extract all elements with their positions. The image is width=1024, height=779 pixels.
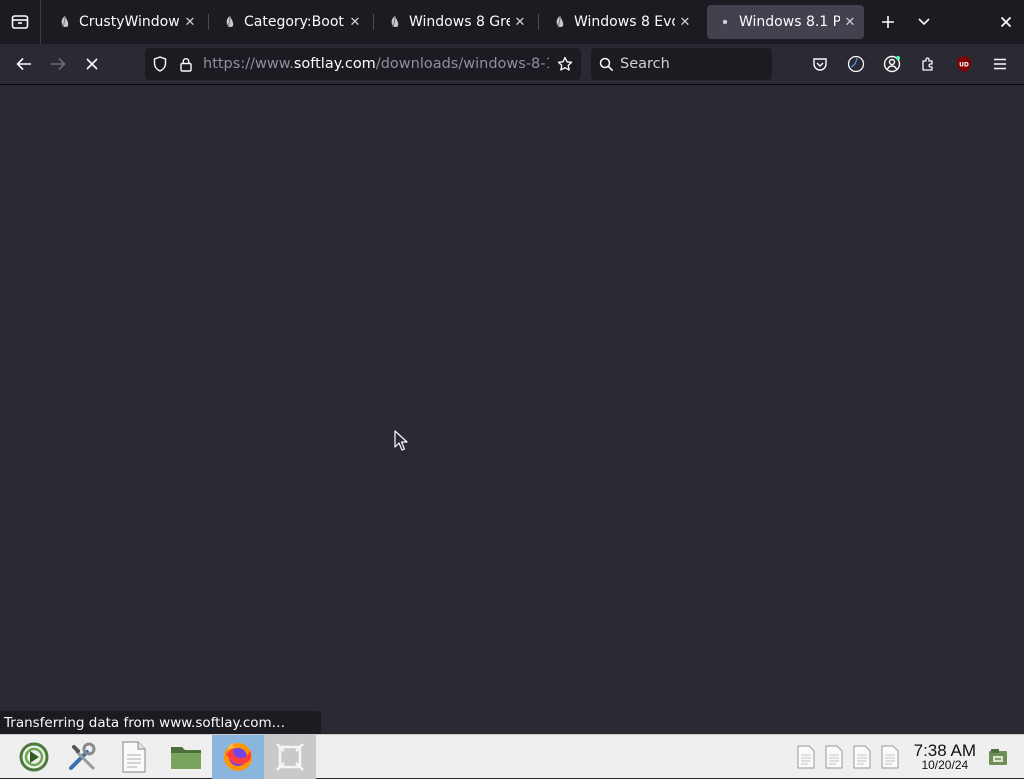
account-button[interactable] xyxy=(874,48,910,80)
settings-tools-launcher[interactable] xyxy=(56,735,108,779)
tab-windows-8-green[interactable]: Windows 8 Green ✕ xyxy=(377,5,539,39)
account-icon xyxy=(883,55,901,73)
loading-dot-icon xyxy=(717,14,733,30)
tab-title: Windows 8.1 Pro xyxy=(739,14,840,30)
firefox-icon xyxy=(224,743,252,771)
tab-windows-8-1-pro[interactable]: Windows 8.1 Pro ✕ xyxy=(707,5,864,39)
close-icon[interactable]: ✕ xyxy=(347,14,363,30)
app-menu-button[interactable] xyxy=(982,48,1018,80)
bookmark-star-icon[interactable] xyxy=(549,56,581,72)
page-content[interactable] xyxy=(0,85,1024,734)
system-tray: 7:38 AM 10/20/24 xyxy=(796,735,1024,779)
svg-text:UD: UD xyxy=(959,62,969,69)
chevron-down-icon xyxy=(918,18,930,26)
tab-windows-8-evolution[interactable]: Windows 8 Evolution ✕ xyxy=(542,5,699,39)
wiki-favicon-icon xyxy=(57,14,73,30)
plus-icon xyxy=(882,16,894,28)
search-bar[interactable]: Search xyxy=(591,48,772,80)
tray-document-icon[interactable] xyxy=(852,745,872,769)
tab-bar: CrustyWindows ✕ Category:Bootleg ✕ Windo… xyxy=(0,0,1024,44)
puzzle-icon xyxy=(922,57,933,71)
close-window-button[interactable] xyxy=(988,4,1024,40)
url-bar[interactable]: https://www.softlay.com/downloads/window… xyxy=(145,48,581,80)
tray-document-icon[interactable] xyxy=(880,745,900,769)
wiki-favicon-icon xyxy=(387,14,403,30)
url-text[interactable]: https://www.softlay.com/downloads/window… xyxy=(203,56,549,72)
taskbar: 7:38 AM 10/20/24 xyxy=(0,734,1024,779)
window-switcher-launcher[interactable] xyxy=(264,735,316,779)
mouse-cursor-icon xyxy=(394,430,408,455)
extension-globe-button[interactable] xyxy=(838,48,874,80)
firefox-view-button[interactable] xyxy=(0,0,41,44)
list-all-tabs-button[interactable] xyxy=(906,4,942,40)
tab-title: Windows 8 Green xyxy=(409,14,510,30)
close-icon[interactable]: ✕ xyxy=(677,14,693,30)
extensions-button[interactable] xyxy=(910,48,946,80)
clock-date: 10/20/24 xyxy=(921,758,969,772)
stop-button[interactable] xyxy=(75,48,109,80)
forward-button[interactable] xyxy=(41,48,75,80)
text-editor-launcher[interactable] xyxy=(108,735,160,779)
network-icon[interactable] xyxy=(986,745,1010,769)
system-menu-icon xyxy=(19,742,49,772)
arrow-left-icon xyxy=(16,57,31,71)
tab-title: Windows 8 Evolution xyxy=(574,14,675,30)
globe-icon xyxy=(847,55,865,73)
arrow-right-icon xyxy=(51,57,66,71)
nav-bar: https://www.softlay.com/downloads/window… xyxy=(0,44,1024,85)
wiki-favicon-icon xyxy=(222,14,238,30)
tray-document-icon[interactable] xyxy=(796,745,816,769)
folder-icon xyxy=(171,747,201,769)
tray-document-icon[interactable] xyxy=(824,745,844,769)
file-manager-launcher[interactable] xyxy=(160,735,212,779)
wiki-favicon-icon xyxy=(552,14,568,30)
pocket-button[interactable] xyxy=(802,48,838,80)
hamburger-menu-icon xyxy=(994,58,1006,70)
tab-title: CrustyWindows xyxy=(79,14,180,30)
search-placeholder: Search xyxy=(620,56,670,72)
close-icon xyxy=(1000,16,1012,28)
lock-icon[interactable] xyxy=(175,57,197,72)
firefox-view-icon xyxy=(11,15,29,29)
ublock-origin-button[interactable]: UD xyxy=(946,48,982,80)
document-icon xyxy=(122,741,146,773)
close-icon[interactable]: ✕ xyxy=(842,14,858,30)
ublock-shield-icon: UD xyxy=(957,56,971,72)
tools-icon xyxy=(69,742,96,770)
close-icon[interactable]: ✕ xyxy=(512,14,528,30)
close-icon[interactable]: ✕ xyxy=(182,14,198,30)
tab-crustywindows[interactable]: CrustyWindows ✕ xyxy=(47,5,209,39)
window-switcher-icon xyxy=(276,743,304,771)
tab-title: Category:Bootleg xyxy=(244,14,345,30)
stop-x-icon xyxy=(86,58,98,70)
back-button[interactable] xyxy=(7,48,41,80)
search-icon xyxy=(599,57,614,71)
tab-category-bootleg[interactable]: Category:Bootleg ✕ xyxy=(212,5,374,39)
new-tab-button[interactable] xyxy=(870,4,906,40)
firefox-launcher[interactable] xyxy=(212,735,264,779)
shield-icon[interactable] xyxy=(145,56,175,72)
clock[interactable]: 7:38 AM 10/20/24 xyxy=(914,742,976,772)
system-menu-launcher[interactable] xyxy=(8,735,60,779)
status-panel: Transferring data from www.softlay.com… xyxy=(0,711,321,734)
pocket-icon xyxy=(813,57,827,71)
clock-time: 7:38 AM xyxy=(913,741,976,760)
